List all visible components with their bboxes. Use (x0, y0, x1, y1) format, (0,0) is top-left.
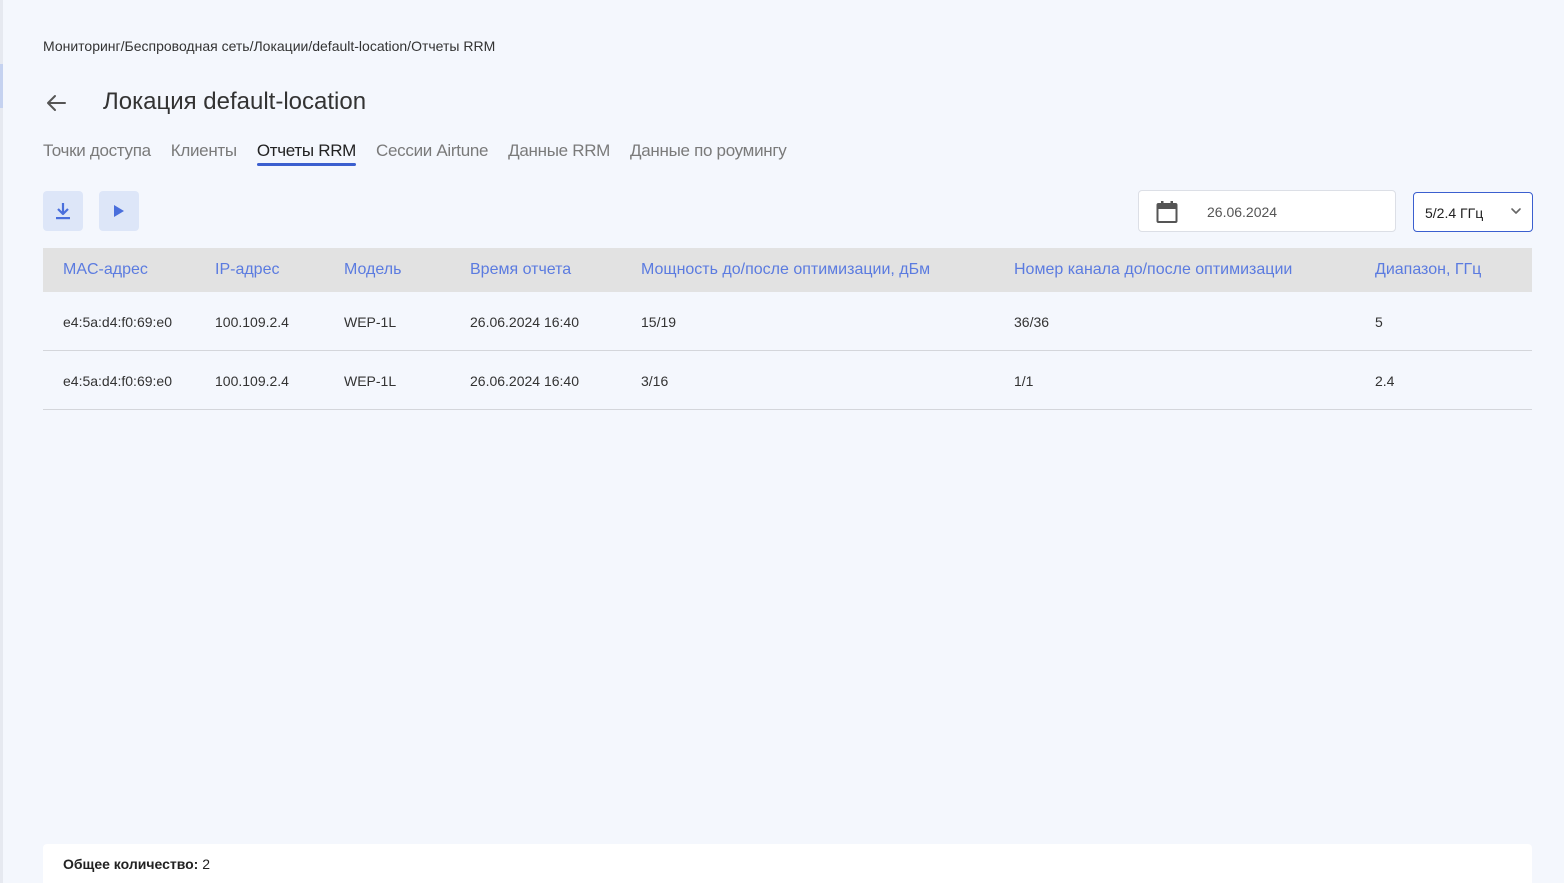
column-header-band[interactable]: Диапазон, ГГц (1375, 261, 1481, 279)
date-value: 26.06.2024 (1207, 204, 1278, 220)
arrow-left-icon (47, 95, 66, 111)
play-icon (114, 205, 124, 217)
sidebar-edge (0, 0, 3, 883)
band-select[interactable]: 5/2.4 ГГц (1413, 192, 1533, 232)
tab-access-points[interactable]: Точки доступа (43, 141, 151, 166)
column-header-report-time[interactable]: Время отчета (470, 261, 571, 279)
page-title: Локация default-location (103, 88, 367, 115)
total-count: Общее количество: 2 (63, 856, 210, 872)
tab-bar: Точки доступа Клиенты Отчеты RRM Сессии … (43, 141, 787, 166)
tab-roaming-data[interactable]: Данные по роумингу (630, 141, 787, 166)
cell-band: 5 (1375, 314, 1383, 330)
cell-model: WEP-1L (344, 314, 397, 330)
column-header-channel[interactable]: Номер канала до/после оптимизации (1014, 261, 1292, 279)
calendar-icon (1156, 201, 1178, 223)
tab-airtune-sessions[interactable]: Сессии Airtune (376, 141, 488, 166)
table-footer: Общее количество: 2 (43, 844, 1532, 883)
cell-mac: e4:5a:d4:f0:69:e0 (63, 314, 172, 330)
sidebar-active-marker (0, 64, 3, 108)
tab-rrm-reports[interactable]: Отчеты RRM (256, 141, 356, 166)
cell-ip: 100.109.2.4 (215, 373, 289, 389)
cell-channel: 1/1 (1014, 373, 1034, 389)
cell-power: 15/19 (641, 314, 677, 330)
rrm-reports-table: MAC-адрес IP-адрес Модель Время отчета М… (43, 248, 1532, 410)
table-row[interactable]: e4:5a:d4:f0:69:e0 100.109.2.4 WEP-1L 26.… (43, 292, 1532, 351)
total-count-value: 2 (202, 856, 211, 872)
breadcrumb[interactable]: Мониторинг/Беспроводная сеть/Локации/def… (43, 38, 495, 54)
cell-ip: 100.109.2.4 (215, 314, 289, 330)
back-button[interactable] (43, 90, 69, 116)
band-select-value: 5/2.4 ГГц (1425, 205, 1484, 221)
column-header-power[interactable]: Мощность до/после оптимизации, дБм (641, 261, 930, 279)
cell-power: 3/16 (641, 373, 669, 389)
cell-model: WEP-1L (344, 373, 397, 389)
tab-rrm-data[interactable]: Данные RRM (508, 141, 610, 166)
download-icon (56, 203, 70, 220)
date-picker[interactable]: 26.06.2024 (1138, 190, 1396, 232)
cell-report-time: 26.06.2024 16:40 (470, 373, 579, 389)
table-header: MAC-адрес IP-адрес Модель Время отчета М… (43, 248, 1532, 292)
download-button[interactable] (43, 191, 83, 231)
cell-band: 2.4 (1375, 373, 1395, 389)
table-row[interactable]: e4:5a:d4:f0:69:e0 100.109.2.4 WEP-1L 26.… (43, 351, 1532, 410)
tab-clients[interactable]: Клиенты (171, 141, 237, 166)
cell-channel: 36/36 (1014, 314, 1050, 330)
chevron-down-icon (1511, 208, 1521, 214)
total-count-label: Общее количество: (63, 856, 199, 872)
column-header-ip[interactable]: IP-адрес (215, 261, 279, 279)
cell-mac: e4:5a:d4:f0:69:e0 (63, 373, 172, 389)
cell-report-time: 26.06.2024 16:40 (470, 314, 579, 330)
run-button[interactable] (99, 191, 139, 231)
column-header-model[interactable]: Модель (344, 261, 401, 279)
column-header-mac[interactable]: MAC-адрес (63, 261, 148, 279)
